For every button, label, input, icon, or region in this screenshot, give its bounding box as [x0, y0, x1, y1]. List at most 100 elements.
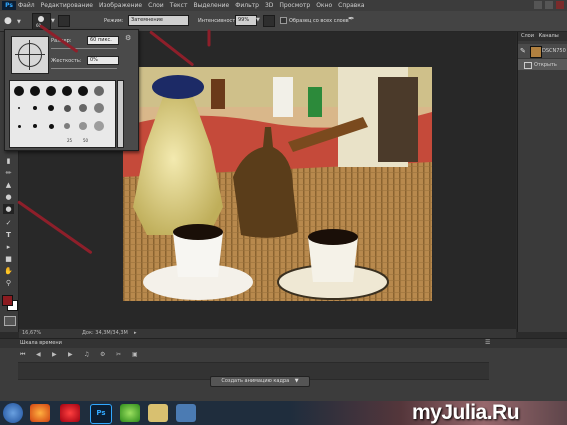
history-icon: [524, 62, 532, 69]
create-animation-label: Создать анимацию кадра: [221, 378, 290, 384]
menu-window[interactable]: Окно: [316, 0, 332, 11]
brush-hardness-slider[interactable]: [51, 68, 117, 69]
transition-icon[interactable]: ▣: [132, 351, 138, 358]
minimize-icon[interactable]: [534, 1, 542, 9]
menu-help[interactable]: Справка: [338, 0, 364, 11]
firefox-taskbar-icon[interactable]: [30, 404, 50, 422]
close-icon[interactable]: [556, 1, 564, 9]
split-icon[interactable]: ✂: [116, 351, 121, 358]
brush-preset-10[interactable]: [60, 101, 74, 115]
mode-select[interactable]: Затемнение: [128, 15, 189, 26]
brush-preset-11[interactable]: [76, 101, 90, 115]
icq-taskbar-icon[interactable]: [120, 404, 140, 422]
tab-channels[interactable]: Каналы: [539, 33, 559, 39]
first-frame-icon[interactable]: ⏮: [20, 351, 25, 359]
settings-icon[interactable]: ⚙: [100, 351, 105, 358]
tab-layers[interactable]: Слои: [521, 33, 534, 39]
opera-taskbar-icon[interactable]: [60, 404, 80, 422]
path-select-tool-icon[interactable]: ▸: [3, 242, 14, 252]
play-icon[interactable]: ▶: [52, 351, 57, 358]
history-row[interactable]: Открыть: [518, 59, 567, 70]
tool-preset-dropdown-icon[interactable]: ▼: [17, 19, 21, 25]
photoshop-taskbar-icon[interactable]: Ps: [90, 404, 112, 424]
start-button[interactable]: [3, 403, 23, 423]
brush-hardness-field[interactable]: 0%: [87, 56, 119, 65]
brush-preset-15[interactable]: [44, 119, 58, 133]
menu-type[interactable]: Текст: [170, 0, 188, 11]
document-image[interactable]: [123, 67, 432, 301]
brush-preset-7[interactable]: [12, 101, 26, 115]
intensity-chevron-icon[interactable]: ▼: [256, 17, 260, 23]
brush-preset-12[interactable]: [92, 101, 106, 115]
foreground-color-swatch[interactable]: [2, 295, 13, 306]
menu-3d[interactable]: 3D: [265, 0, 273, 11]
crosshair-v: [29, 40, 30, 70]
layer-thumbnail: [530, 46, 542, 58]
quick-mask-icon[interactable]: [4, 316, 16, 326]
pressure-icon[interactable]: ✒: [348, 14, 356, 25]
burn-tool-icon[interactable]: ●: [4, 15, 16, 27]
brush-history-icon: ✎: [520, 47, 526, 55]
maximize-icon[interactable]: [545, 1, 553, 9]
window-taskbar-icon[interactable]: [176, 404, 196, 422]
pen-tool-icon[interactable]: ✓: [3, 218, 14, 228]
crosshair-h: [15, 54, 45, 55]
brush-preset-13[interactable]: [12, 119, 26, 133]
create-animation-button[interactable]: Создать анимацию кадра ▼: [210, 376, 310, 387]
type-tool-icon[interactable]: T: [3, 230, 14, 240]
brush-preset-2[interactable]: [28, 84, 42, 98]
brush-preset-17[interactable]: [76, 119, 90, 133]
menu-file[interactable]: Файл: [18, 0, 35, 11]
zoom-level[interactable]: 16,67%: [22, 329, 41, 338]
brush-preset-3[interactable]: [44, 84, 58, 98]
airbrush-toggle-icon[interactable]: [263, 15, 275, 27]
pencil-tool-icon[interactable]: ✏: [3, 168, 14, 178]
brush-picker-chevron-icon[interactable]: ▼: [51, 18, 55, 24]
menu-select[interactable]: Выделение: [193, 0, 229, 11]
timeline-title[interactable]: Шкала времени: [20, 340, 62, 346]
brush-preset-5[interactable]: [76, 84, 90, 98]
zoom-tool-icon[interactable]: ⚲: [3, 278, 14, 288]
gradient-tool-icon[interactable]: ▲: [3, 180, 14, 190]
brush-preset-grid[interactable]: 25 50: [9, 80, 116, 148]
brush-preset-16[interactable]: [60, 119, 74, 133]
brush-size-slider[interactable]: [51, 48, 117, 49]
menu-view[interactable]: Просмотр: [279, 0, 310, 11]
menu-layers[interactable]: Слои: [148, 0, 164, 11]
brush-preset-9[interactable]: [44, 101, 58, 115]
intensity-field[interactable]: 99%: [235, 15, 257, 26]
audio-icon[interactable]: ♫: [84, 351, 89, 358]
brush-preset-8[interactable]: [28, 101, 42, 115]
brush-preset-6[interactable]: [92, 84, 106, 98]
prev-frame-icon[interactable]: ◀: [36, 351, 41, 358]
blur-tool-icon[interactable]: ●: [3, 192, 14, 202]
next-frame-icon[interactable]: ▶: [68, 351, 73, 358]
brush-preview-icon: [38, 16, 44, 22]
brush-preset-18[interactable]: [92, 119, 106, 133]
shape-tool-icon[interactable]: ■: [3, 254, 14, 264]
explorer-taskbar-icon[interactable]: [148, 404, 168, 422]
status-bar: 16,67% Док: 34,3M/34,3M ▸: [19, 329, 516, 338]
intensity-label: Интенсивность:: [198, 18, 240, 24]
brush-popup-scrollbar[interactable]: [117, 80, 124, 148]
burn-tool-active-icon[interactable]: ●: [3, 204, 14, 214]
timeline-menu-icon[interactable]: ☰: [485, 339, 490, 346]
brush-preset-1[interactable]: [12, 84, 26, 98]
timeline-controls: ⏮ ◀ ▶ ▶ ♫ ⚙ ✂ ▣: [20, 351, 160, 361]
menu-image[interactable]: Изображение: [99, 0, 142, 11]
brush-preset-14[interactable]: [28, 119, 42, 133]
brush-angle-preview[interactable]: [11, 36, 49, 74]
menu-edit[interactable]: Редактирование: [41, 0, 93, 11]
brush-size-field[interactable]: 60 пикс.: [87, 36, 119, 45]
status-arrow-icon[interactable]: ▸: [134, 329, 137, 338]
layer-row[interactable]: ✎ DSCN750: [518, 44, 567, 58]
hand-tool-icon[interactable]: ✋: [3, 266, 14, 276]
brush-popup-settings-icon[interactable]: ⚙: [125, 34, 131, 42]
intensity-value: 99%: [238, 17, 250, 23]
brush-panel-toggle-icon[interactable]: [58, 15, 70, 27]
sample-all-checkbox[interactable]: [280, 17, 287, 24]
eraser-tool-icon[interactable]: ▮: [3, 156, 14, 166]
brush-preset-4[interactable]: [60, 84, 74, 98]
menu-filter[interactable]: Фильтр: [235, 0, 259, 11]
brush-angle-circle-icon: [18, 43, 42, 67]
